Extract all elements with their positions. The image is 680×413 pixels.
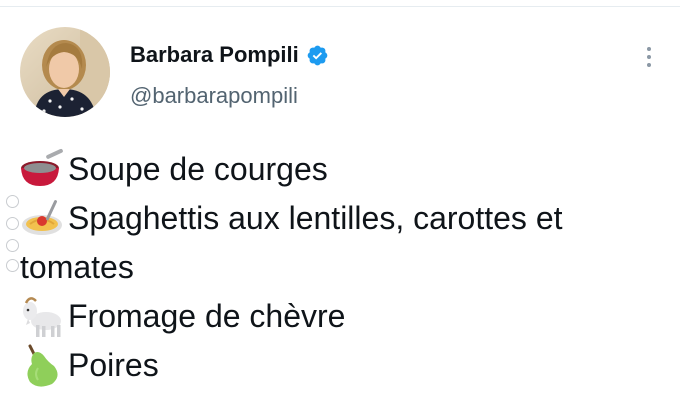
top-divider [0,6,680,7]
tweet-line-text: Spaghettis aux lentilles, carottes et [68,200,563,236]
avatar-photo-icon [20,27,110,117]
avatar[interactable] [20,27,110,117]
tweet-line-text: Poires [68,347,159,383]
tweet-line-text: Fromage de chèvre [68,298,346,334]
author-handle[interactable]: @barbarapompili [130,83,298,109]
pear-icon [20,344,64,388]
more-options-icon[interactable] [638,42,660,72]
more-dot [647,63,651,67]
tweet-line: Spaghettis aux lentilles, carottes et [20,194,670,243]
tweet-line: Soupe de courges [20,145,670,194]
goat-icon [20,295,64,339]
tweet-line-text: tomates [20,249,134,285]
tweet-line: Fromage de chèvre [20,292,670,341]
tweet-line: tomates [20,243,670,292]
author-display-name[interactable]: Barbara Pompili [130,42,299,68]
more-dot [647,55,651,59]
spaghetti-icon [20,197,64,241]
tweet-line: Poires [20,341,670,390]
tweet-line-text: Soupe de courges [68,151,328,187]
tweet-text: Soupe de courges Spaghettis aux lentille… [20,145,670,390]
soup-bowl-icon [20,148,64,192]
more-dot [647,47,651,51]
author-name-row: Barbara Pompili [130,40,329,70]
verified-badge-icon [306,44,329,67]
